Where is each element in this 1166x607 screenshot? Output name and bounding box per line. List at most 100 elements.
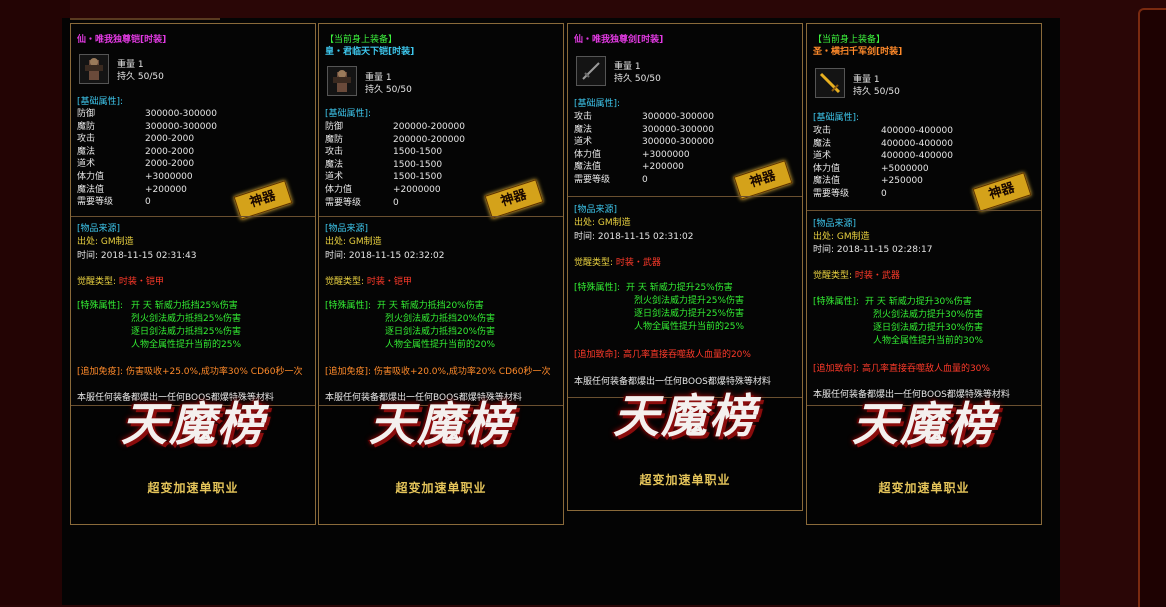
base-attributes-label: [基础属性]: [574,99,621,109]
special-attribute-line: 烈火剑法威力抵挡20%伤害 [385,314,496,324]
stat-key: 攻击 [77,134,96,145]
stat-row: 需要等级 0 [813,188,953,201]
stat-key: 需要等级 [77,197,114,208]
stat-key: 道术 [77,159,96,170]
extra-attribute: [追加免疫]: 伤害吸收+25.0%,成功率30% CD60秒一次 [77,366,311,378]
stat-row: 道术 1500-1500 [325,171,465,184]
section-divider [71,216,315,217]
stat-row: 体力值 +3000000 [574,149,714,162]
stat-value: 300000-300000 [145,121,217,132]
item-name: 仙・唯我独尊铠[时装] [77,35,167,45]
special-attribute-line: 人物全属性提升当前的30% [873,336,984,346]
game-logo-banner: 天魔榜 超变加速单职业 [807,401,1041,524]
awaken-type-value: 时装・武器 [854,271,900,281]
stat-value: +5000000 [881,163,929,174]
item-source-label: [物品来源] [325,224,369,234]
special-attribute-line: 逐日剑法威力抵挡20%伤害 [385,327,496,337]
awaken-type-label: 觉醒类型: [574,258,614,268]
extra-attribute-label: [追加致命]: [813,364,860,374]
item-durability: 持久 50/50 [614,74,661,84]
section-divider [319,216,563,217]
game-logo-title: 天魔榜 [369,397,513,451]
stat-key: 防御 [77,109,96,119]
stat-row: 需要等级 0 [325,197,465,210]
stat-value: 300000-300000 [642,124,714,135]
base-attributes-list: 攻击 400000-400000 魔法 400000-400000 道术 400000… [813,125,953,201]
stat-key: 魔法值 [77,184,105,195]
stat-value: 0 [393,197,399,208]
item-tooltip-card: 【当前身上装备】 皇・君临天下铠[时装] 重量 1 持久 50/50 [基础属性… [318,23,564,525]
base-attributes-label: [基础属性]: [325,109,372,119]
stat-row: 魔法 300000-300000 [574,124,714,137]
item-durability: 持久 50/50 [853,87,900,97]
item-durability: 持久 50/50 [117,72,164,82]
divine-artifact-seal: 神器 [484,179,544,219]
extra-attribute: [追加免疫]: 伤害吸收+20.0%,成功率20% CD60秒一次 [325,366,559,378]
armor-icon [327,66,357,96]
special-attribute-line: 烈火剑法威力抵挡25%伤害 [131,314,242,324]
item-tooltip-card: 仙・唯我独尊铠[时装] 重量 1 持久 50/50 [基础属性]: 防御 3000… [70,23,316,525]
stat-row: 体力值 +5000000 [813,163,953,176]
stat-key: 魔法值 [813,176,841,187]
armor-icon [79,54,109,84]
window-frame-edge [1138,8,1166,607]
game-logo-subtitle: 超变加速单职业 [878,481,970,495]
extra-attribute-value: 伤害吸收+25.0%,成功率30% CD60秒一次 [125,367,303,377]
extra-attribute: [追加致命]: 高几率直接吞噬敌人血量的30% [813,363,1037,375]
page-background-left [0,0,70,605]
stat-value: 0 [145,197,151,208]
game-logo-subtitle: 超变加速单职业 [395,481,487,495]
stat-key: 道术 [325,172,344,183]
stat-key: 需要等级 [813,188,850,199]
drop-info-footer: 本服任何装备都爆出一任何BOOS都爆特殊等材料 [574,377,771,387]
stat-key: 需要等级 [325,197,362,208]
awaken-type-label: 觉醒类型: [77,277,117,287]
extra-attribute-label: [追加免疫]: [325,367,372,377]
stat-key: 防御 [325,122,344,132]
stat-value: 1500-1500 [393,172,443,183]
game-logo-banner: 天魔榜 超变加速单职业 [319,397,563,524]
stat-value: 300000-300000 [642,137,714,148]
stat-row: 攻击 400000-400000 [813,125,953,138]
awaken-type: 觉醒类型: 时装・武器 [574,257,798,269]
awaken-type: 觉醒类型: 时装・铠甲 [325,276,559,288]
stat-value: +2000000 [393,184,441,195]
stat-row: 体力值 +3000000 [77,171,217,184]
stat-value: 400000-400000 [881,126,953,136]
stat-row: 道术 2000-2000 [77,158,217,171]
stat-value: +200000 [642,162,684,173]
stat-value: 0 [642,174,648,185]
stat-row: 体力值 +2000000 [325,184,465,197]
stat-key: 需要等级 [574,174,611,185]
game-logo-title: 天魔榜 [613,389,757,443]
special-attribute-line: 人物全属性提升当前的25% [131,340,242,350]
item-source-time: 时间: 2018-11-15 02:31:02 [574,232,694,242]
item-weight: 重量 1 [365,73,392,83]
stat-key: 道术 [813,151,832,162]
awaken-type-value: 时装・铠甲 [118,277,164,287]
special-attribute-line: 逐日剑法威力提升25%伤害 [634,309,745,319]
stat-key: 魔法 [574,124,593,135]
awaken-type-value: 时装・武器 [615,258,661,268]
awaken-type: 觉醒类型: 时装・铠甲 [77,276,311,288]
stat-key: 体力值 [813,163,841,174]
section-divider [807,210,1041,211]
awaken-type-value: 时装・铠甲 [366,277,412,287]
stat-key: 攻击 [574,112,593,122]
stat-value: 0 [881,188,887,199]
sword-icon [576,56,606,86]
game-logo-subtitle: 超变加速单职业 [639,473,731,487]
stat-row: 魔法 2000-2000 [77,146,217,159]
special-attribute-line: 开 天 斩威力提升25%伤害 [626,283,733,293]
stat-value: 200000-200000 [393,122,465,132]
stat-row: 防御 300000-300000 [77,108,217,121]
stat-row: 需要等级 0 [77,196,217,209]
stat-row: 魔防 200000-200000 [325,134,465,147]
game-logo-subtitle: 超变加速单职业 [147,481,239,495]
stat-row: 魔防 300000-300000 [77,121,217,134]
special-attribute-line: 逐日剑法威力抵挡25%伤害 [131,327,242,337]
stat-row: 魔法 400000-400000 [813,138,953,151]
extra-attribute-value: 伤害吸收+20.0%,成功率20% CD60秒一次 [373,367,551,377]
item-source-time: 时间: 2018-11-15 02:28:17 [813,245,933,255]
item-weight: 重量 1 [614,62,641,72]
